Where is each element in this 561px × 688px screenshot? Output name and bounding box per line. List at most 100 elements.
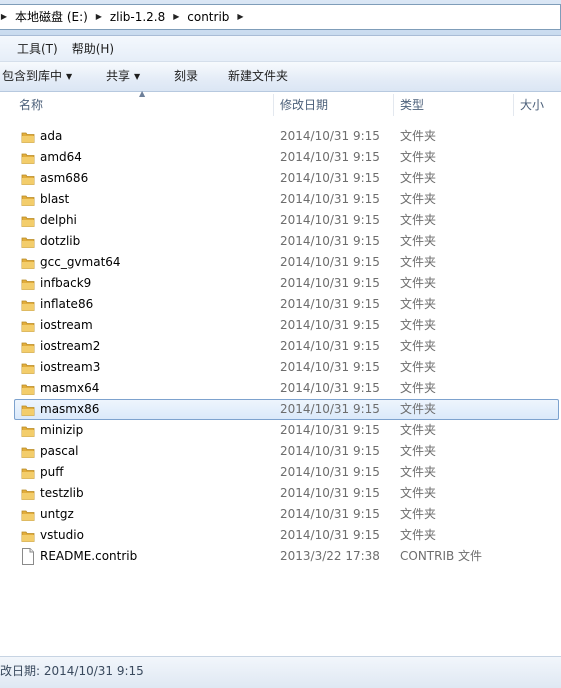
file-type: 文件夹 — [400, 423, 437, 437]
file-name: iostream2 — [40, 339, 101, 353]
file-row[interactable]: testzlib 2014/10/31 9:15 文件夹 — [14, 483, 559, 504]
file-type: 文件夹 — [400, 255, 437, 269]
include-in-library-label: 包含到库中 — [2, 69, 63, 83]
folder-icon — [21, 235, 35, 249]
file-name: pascal — [40, 444, 79, 458]
file-list[interactable]: ▲ 名称 修改日期 类型 大小 ada 2014/10/31 9:15 文件夹 amd… — [0, 89, 561, 656]
file-row[interactable]: inflate86 2014/10/31 9:15 文件夹 — [14, 294, 559, 315]
folder-icon — [21, 403, 35, 417]
file-modified: 2014/10/31 9:15 — [280, 381, 380, 395]
share-button[interactable]: 共享 ▼ — [106, 62, 140, 91]
folder-icon — [21, 319, 35, 333]
file-type: 文件夹 — [400, 486, 437, 500]
file-type: 文件夹 — [400, 150, 437, 164]
breadcrumb-item-zlib[interactable]: zlib-1.2.8 — [106, 5, 169, 29]
file-modified: 2014/10/31 9:15 — [280, 318, 380, 332]
column-header-type[interactable]: 类型 — [400, 92, 424, 118]
file-name: gcc_gvmat64 — [40, 255, 121, 269]
burn-button[interactable]: 刻录 — [174, 62, 198, 91]
file-type: 文件夹 — [400, 234, 437, 248]
file-modified: 2014/10/31 9:15 — [280, 528, 380, 542]
dropdown-arrow-icon: ▼ — [134, 72, 141, 81]
file-row[interactable]: iostream3 2014/10/31 9:15 文件夹 — [14, 357, 559, 378]
file-modified: 2014/10/31 9:15 — [280, 507, 380, 521]
breadcrumb-item-drive[interactable]: 本地磁盘 (E:) — [11, 5, 92, 29]
file-row[interactable]: asm686 2014/10/31 9:15 文件夹 — [14, 168, 559, 189]
folder-icon — [21, 256, 35, 270]
dropdown-arrow-icon: ▼ — [66, 72, 73, 81]
file-name: masmx86 — [40, 402, 100, 416]
folder-icon — [21, 361, 35, 375]
chevron-right-icon[interactable]: ▶ — [92, 5, 106, 29]
breadcrumb-item-contrib[interactable]: contrib — [183, 5, 233, 29]
file-type: 文件夹 — [400, 402, 437, 416]
file-name: ada — [40, 129, 63, 143]
share-label: 共享 — [106, 69, 131, 83]
file-row[interactable]: gcc_gvmat64 2014/10/31 9:15 文件夹 — [14, 252, 559, 273]
breadcrumb[interactable]: ▶ 本地磁盘 (E:) ▶ zlib-1.2.8 ▶ contrib ▶ — [0, 4, 561, 30]
sort-ascending-icon: ▲ — [139, 89, 146, 98]
column-header-name[interactable]: 名称 — [19, 92, 43, 118]
file-row[interactable]: puff 2014/10/31 9:15 文件夹 — [14, 462, 559, 483]
folder-icon — [21, 277, 35, 291]
include-in-library-button[interactable]: 包含到库中 ▼ — [2, 62, 72, 91]
file-row[interactable]: iostream2 2014/10/31 9:15 文件夹 — [14, 336, 559, 357]
menu-help[interactable]: 帮助(H) — [64, 37, 120, 61]
file-row[interactable]: blast 2014/10/31 9:15 文件夹 — [14, 189, 559, 210]
folder-icon — [21, 214, 35, 228]
file-modified: 2014/10/31 9:15 — [280, 234, 380, 248]
file-row[interactable]: dotzlib 2014/10/31 9:15 文件夹 — [14, 231, 559, 252]
file-row[interactable]: minizip 2014/10/31 9:15 文件夹 — [14, 420, 559, 441]
column-divider[interactable] — [513, 94, 514, 116]
folder-icon — [21, 151, 35, 165]
file-name: puff — [40, 465, 64, 479]
column-header-size[interactable]: 大小 — [520, 92, 544, 118]
file-row[interactable]: vstudio 2014/10/31 9:15 文件夹 — [14, 525, 559, 546]
file-type: 文件夹 — [400, 192, 437, 206]
file-row[interactable]: iostream 2014/10/31 9:15 文件夹 — [14, 315, 559, 336]
file-name: iostream3 — [40, 360, 101, 374]
file-row[interactable]: delphi 2014/10/31 9:15 文件夹 — [14, 210, 559, 231]
file-name: iostream — [40, 318, 93, 332]
file-modified: 2014/10/31 9:15 — [280, 255, 380, 269]
chevron-right-icon[interactable]: ▶ — [233, 5, 247, 29]
column-divider[interactable] — [393, 94, 394, 116]
folder-icon — [21, 382, 35, 396]
file-row[interactable]: untgz 2014/10/31 9:15 文件夹 — [14, 504, 559, 525]
file-row[interactable]: ada 2014/10/31 9:15 文件夹 — [14, 126, 559, 147]
file-row[interactable]: pascal 2014/10/31 9:15 文件夹 — [14, 441, 559, 462]
file-row[interactable]: amd64 2014/10/31 9:15 文件夹 — [14, 147, 559, 168]
file-type: 文件夹 — [400, 507, 437, 521]
folder-icon — [21, 529, 35, 543]
menu-bar: 工具(T) 帮助(H) — [0, 36, 561, 62]
file-name: inflate86 — [40, 297, 94, 311]
folder-icon — [21, 466, 35, 480]
file-modified: 2014/10/31 9:15 — [280, 360, 380, 374]
file-name: asm686 — [40, 171, 89, 185]
new-folder-button[interactable]: 新建文件夹 — [228, 62, 288, 91]
file-row[interactable]: masmx64 2014/10/31 9:15 文件夹 — [14, 378, 559, 399]
file-row[interactable]: README.contrib 2013/3/22 17:38 CONTRIB 文件 — [14, 546, 559, 567]
column-header-modified[interactable]: 修改日期 — [280, 92, 328, 118]
file-modified: 2014/10/31 9:15 — [280, 402, 380, 416]
file-modified: 2014/10/31 9:15 — [280, 444, 380, 458]
file-modified: 2014/10/31 9:15 — [280, 465, 380, 479]
chevron-right-icon[interactable]: ▶ — [0, 5, 11, 29]
file-type: 文件夹 — [400, 213, 437, 227]
menu-tools[interactable]: 工具(T) — [0, 37, 64, 61]
column-header-row: ▲ 名称 修改日期 类型 大小 — [0, 89, 561, 118]
file-name: delphi — [40, 213, 77, 227]
file-modified: 2014/10/31 9:15 — [280, 129, 380, 143]
file-row[interactable]: infback9 2014/10/31 9:15 文件夹 — [14, 273, 559, 294]
folder-icon — [21, 340, 35, 354]
file-name: untgz — [40, 507, 74, 521]
file-icon — [21, 548, 35, 565]
file-row[interactable]: masmx86 2014/10/31 9:15 文件夹 — [14, 399, 559, 420]
file-name: README.contrib — [40, 549, 138, 563]
column-divider[interactable] — [273, 94, 274, 116]
chevron-right-icon[interactable]: ▶ — [169, 5, 183, 29]
file-modified: 2014/10/31 9:15 — [280, 192, 380, 206]
file-name: minizip — [40, 423, 84, 437]
folder-icon — [21, 508, 35, 522]
folder-icon — [21, 298, 35, 312]
